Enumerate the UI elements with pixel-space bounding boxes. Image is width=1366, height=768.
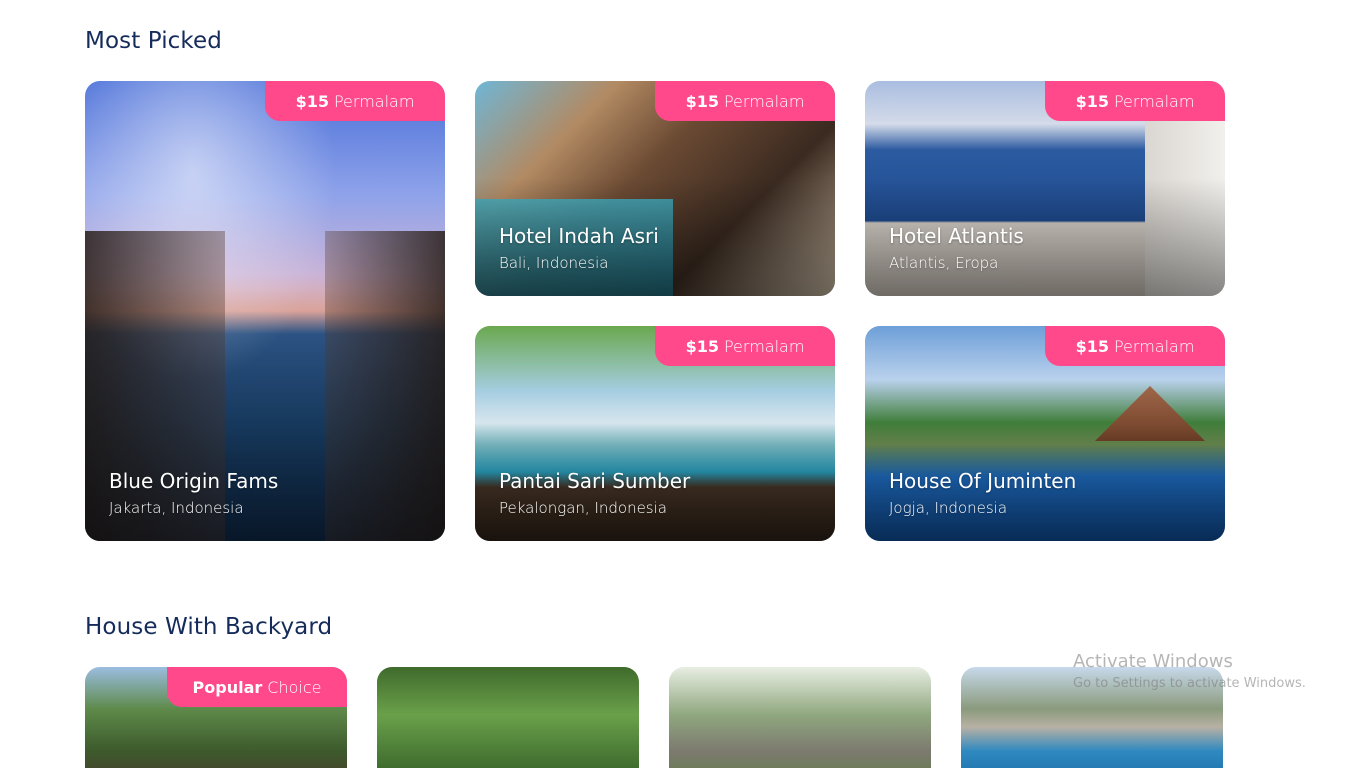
price-value: $15 [685,336,719,356]
property-name[interactable]: Pantai Sari Sumber [499,469,690,493]
price-badge: $15 Permalam [1045,326,1225,366]
price-badge: $15 Permalam [265,81,445,121]
backyard-card[interactable] [961,667,1223,768]
property-location: Jogja, Indonesia [889,499,1008,517]
property-name[interactable]: Hotel Indah Asri [499,224,659,248]
property-name[interactable]: Hotel Atlantis [889,224,1024,248]
property-photo [669,667,931,768]
badge-light-text: Choice [267,677,322,697]
property-name[interactable]: House Of Juminten [889,469,1076,493]
property-caption: Hotel Atlantis Atlantis, Eropa [889,224,1024,272]
popular-choice-badge: Popular Choice [167,667,347,707]
price-badge: $15 Permalam [655,326,835,366]
price-value: $15 [685,91,719,111]
price-badge: $15 Permalam [655,81,835,121]
price-value: $15 [1075,336,1109,356]
price-unit: Permalam [723,91,805,111]
badge-strong-text: Popular [192,677,263,697]
backyard-card[interactable]: Popular Choice [85,667,347,768]
backyard-card[interactable] [377,667,639,768]
most-picked-title: Most Picked [85,28,222,54]
property-location: Bali, Indonesia [499,254,609,272]
property-card-hotel-indah-asri[interactable]: $15 Permalam Hotel Indah Asri Bali, Indo… [475,81,835,296]
backyard-card[interactable] [669,667,931,768]
property-name[interactable]: Blue Origin Fams [109,469,278,493]
price-unit: Permalam [1113,336,1195,356]
property-caption: Blue Origin Fams Jakarta, Indonesia [109,469,278,517]
property-photo [377,667,639,768]
price-unit: Permalam [723,336,805,356]
property-location: Pekalongan, Indonesia [499,499,667,517]
property-photo [961,667,1223,768]
property-caption: House Of Juminten Jogja, Indonesia [889,469,1076,517]
price-unit: Permalam [333,91,415,111]
price-value: $15 [295,91,329,111]
property-location: Jakarta, Indonesia [109,499,244,517]
price-unit: Permalam [1113,91,1195,111]
property-card-pantai-sari-sumber[interactable]: $15 Permalam Pantai Sari Sumber Pekalong… [475,326,835,541]
property-card-hotel-atlantis[interactable]: $15 Permalam Hotel Atlantis Atlantis, Er… [865,81,1225,296]
property-location: Atlantis, Eropa [889,254,999,272]
property-card-blue-origin-fams[interactable]: $15 Permalam Blue Origin Fams Jakarta, I… [85,81,445,541]
house-with-backyard-title: House With Backyard [85,614,333,640]
price-badge: $15 Permalam [1045,81,1225,121]
property-caption: Pantai Sari Sumber Pekalongan, Indonesia [499,469,690,517]
page: Most Picked $15 Permalam Blue Origin Fam… [0,0,1366,768]
property-card-house-of-juminten[interactable]: $15 Permalam House Of Juminten Jogja, In… [865,326,1225,541]
price-value: $15 [1075,91,1109,111]
property-caption: Hotel Indah Asri Bali, Indonesia [499,224,659,272]
